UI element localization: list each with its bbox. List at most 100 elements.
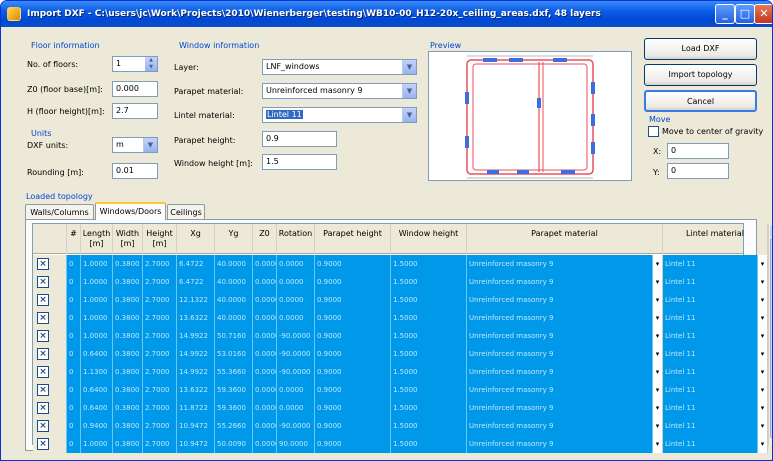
cell-z0[interactable]: 0.0000 (253, 363, 277, 381)
chevron-down-icon[interactable]: ▾ (758, 381, 768, 399)
chevron-down-icon[interactable]: ▾ (758, 345, 768, 363)
cell-z0[interactable]: 0.0000 (253, 417, 277, 435)
cell-lm[interactable]: Lintel 11 (663, 345, 758, 363)
cell-xg[interactable]: 12.1322 (177, 291, 215, 309)
cell-wh[interactable]: 1.5000 (391, 291, 467, 309)
cell-pm[interactable]: Unreinforced masonry 9 (467, 273, 653, 291)
move-x-field[interactable]: 0 (667, 143, 729, 159)
chevron-down-icon[interactable]: ▾ (653, 417, 663, 435)
cell-xg[interactable]: 6.4722 (177, 273, 215, 291)
cell-yg[interactable]: 40.0000 (215, 273, 253, 291)
cell-xg[interactable]: 11.8722 (177, 399, 215, 417)
move-y-field[interactable]: 0 (667, 163, 729, 179)
delete-row-icon[interactable]: × (37, 420, 49, 432)
delete-row-icon[interactable]: × (37, 384, 49, 396)
delete-row-icon[interactable]: × (37, 366, 49, 378)
table-row[interactable]: × 0 1.0000 0.3800 2.7000 13.6322 40.0000 0.000 0… (33, 309, 768, 327)
chevron-down-icon[interactable]: ▾ (653, 291, 663, 309)
cell-xg[interactable]: 14.9922 (177, 363, 215, 381)
cell-pm[interactable]: Unreinforced masonry 9 (467, 309, 653, 327)
cell-rotation[interactable]: 0.0000 (277, 273, 315, 291)
cell-width[interactable]: 0.3800 (113, 381, 143, 399)
chevron-down-icon[interactable]: ▾ (758, 363, 768, 381)
cell-lm[interactable]: Lintel 11 (663, 255, 758, 273)
cell-length[interactable]: 0.6400 (81, 399, 113, 417)
cell-lm[interactable]: Lintel 11 (663, 327, 758, 345)
cell-length[interactable]: 1.0000 (81, 273, 113, 291)
cell-lm[interactable]: Lintel 11 (663, 399, 758, 417)
cell-z0[interactable]: 0.0000 (253, 435, 277, 453)
chevron-down-icon[interactable]: ▾ (758, 417, 768, 435)
delete-row-icon[interactable]: × (37, 258, 49, 270)
cell-num[interactable]: 0 (67, 273, 81, 291)
delete-row-icon[interactable]: × (37, 276, 49, 288)
rounding-field[interactable]: 0.01 (112, 163, 158, 179)
cell-length[interactable]: 0.6400 (81, 381, 113, 399)
parapet-material-select[interactable]: Unreinforced masonry 9 ▼ (262, 83, 417, 99)
cell-length[interactable]: 0.9400 (81, 417, 113, 435)
cell-width[interactable]: 0.3800 (113, 255, 143, 273)
chevron-down-icon[interactable]: ▼ (402, 84, 416, 98)
cell-rotation[interactable]: 0.0000 (277, 399, 315, 417)
cell-height[interactable]: 2.7000 (143, 309, 177, 327)
cancel-button[interactable]: Cancel (644, 90, 757, 112)
cell-rotation[interactable]: -90.0000 (277, 417, 315, 435)
cell-rotation[interactable]: -90.0000 (277, 363, 315, 381)
chevron-down-icon[interactable]: ▾ (653, 399, 663, 417)
tab-ceilings[interactable]: Ceilings (167, 204, 205, 220)
cell-z0[interactable]: 0.0000 (253, 273, 277, 291)
cell-wh[interactable]: 1.5000 (391, 327, 467, 345)
header-xg[interactable]: Xg (177, 224, 215, 254)
cell-width[interactable]: 0.3800 (113, 363, 143, 381)
cell-height[interactable]: 2.7000 (143, 417, 177, 435)
cell-height[interactable]: 2.7000 (143, 363, 177, 381)
cell-ph[interactable]: 0.9000 (315, 309, 391, 327)
cell-width[interactable]: 0.3800 (113, 345, 143, 363)
cell-wh[interactable]: 1.5000 (391, 435, 467, 453)
maximize-button[interactable]: □ (735, 4, 755, 24)
cell-pm[interactable]: Unreinforced masonry 9 (467, 291, 653, 309)
cell-lm[interactable]: Lintel 11 (663, 363, 758, 381)
cell-rotation[interactable]: -90.0000 (277, 327, 315, 345)
preview-canvas[interactable] (428, 51, 632, 181)
load-dxf-button[interactable]: Load DXF (644, 38, 757, 60)
header-rotation[interactable]: Rotation (277, 224, 315, 254)
cell-yg[interactable]: 40.0000 (215, 291, 253, 309)
table-row[interactable]: ×01.00000.38002.70006.472240.00000.00000… (33, 255, 768, 273)
cell-height[interactable]: 2.7000 (143, 327, 177, 345)
cell-yg[interactable]: 55.2660 (215, 417, 253, 435)
chevron-down-icon[interactable]: ▾ (758, 255, 768, 273)
header-lintel-material[interactable]: Lintel material (663, 224, 768, 254)
cell-lm[interactable]: Lintel 11 (663, 381, 758, 399)
cell-pm[interactable]: Unreinforced masonry 9 (467, 381, 653, 399)
delete-row-icon[interactable]: × (37, 402, 49, 414)
chevron-down-icon[interactable]: ▾ (653, 381, 663, 399)
cell-num[interactable]: 0 (67, 363, 81, 381)
cell-height[interactable]: 2.7000 (143, 273, 177, 291)
cell-yg[interactable]: 40.0000 (215, 309, 253, 327)
delete-row-icon[interactable]: × (37, 330, 49, 342)
header-yg[interactable]: Yg (215, 224, 253, 254)
cell-yg[interactable]: 50.0090 (215, 435, 253, 453)
cell-ph[interactable]: 0.9000 (315, 345, 391, 363)
cell-z0[interactable]: 0.0000 (253, 291, 277, 309)
table-row[interactable]: × 01.00000.38002.700010.947250.00900.0000… (33, 435, 768, 453)
cell-pm[interactable]: Unreinforced masonry 9 (467, 363, 653, 381)
chevron-down-icon[interactable]: ▾ (653, 327, 663, 345)
layer-select[interactable]: LNF_windows ▼ (262, 59, 417, 75)
cell-wh[interactable]: 1.5000 (391, 309, 467, 327)
grid-vertical-scrollbar[interactable]: ▲ (768, 224, 772, 446)
cell-width[interactable]: 0.3800 (113, 273, 143, 291)
table-row[interactable]: ×01.00000.38002.70006.472240.00000.00000… (33, 273, 768, 291)
lintel-material-select[interactable]: Lintel 11 ▼ (262, 107, 417, 123)
chevron-down-icon[interactable]: ▾ (758, 327, 768, 345)
header-height[interactable]: Height [m] (143, 224, 177, 254)
cell-yg[interactable]: 55.3660 (215, 363, 253, 381)
floor-height-field[interactable]: 2.7 (112, 103, 158, 119)
chevron-down-icon[interactable]: ▼ (402, 108, 416, 122)
cell-yg[interactable]: 50.7160 (215, 327, 253, 345)
cell-width[interactable]: 0.3800 (113, 399, 143, 417)
cell-lm[interactable]: Lintel 11 (663, 417, 758, 435)
cell-num[interactable]: 0 (67, 291, 81, 309)
z0-field[interactable]: 0.000 (112, 81, 158, 97)
